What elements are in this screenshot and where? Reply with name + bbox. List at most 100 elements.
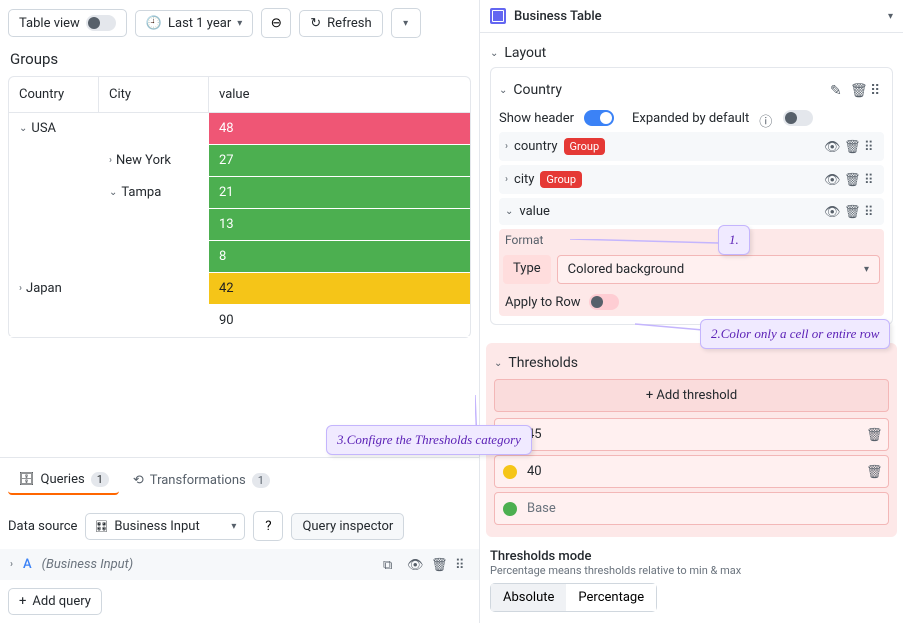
- add-threshold-button[interactable]: + Add threshold: [494, 379, 889, 412]
- mode-absolute-button[interactable]: Absolute: [491, 584, 566, 611]
- expand-icon[interactable]: ⌄: [19, 123, 27, 134]
- table-row: 90: [9, 305, 470, 337]
- tab-transformations-label: Transformations: [150, 473, 246, 488]
- threshold-item[interactable]: Base: [494, 492, 889, 525]
- show-header-toggle[interactable]: [584, 110, 614, 126]
- drag-handle-icon[interactable]: ⠿: [455, 558, 469, 572]
- table-view-switch[interactable]: [86, 15, 116, 31]
- thresholds-mode-sub: Percentage means thresholds relative to …: [490, 564, 893, 577]
- section-layout[interactable]: ⌄Layout: [490, 39, 893, 67]
- show-header-label: Show header: [499, 111, 574, 126]
- trash-icon[interactable]: 🗑: [431, 558, 445, 572]
- expanded-default-toggle[interactable]: [783, 110, 813, 126]
- expand-icon[interactable]: ›: [19, 283, 22, 294]
- tab-transformations[interactable]: ⟲Transformations1: [123, 466, 280, 495]
- query-row[interactable]: › A (Business Input) ⧉ 👁 🗑 ⠿: [0, 549, 479, 580]
- trash-icon[interactable]: 🗑: [844, 173, 858, 187]
- expand-icon[interactable]: ⌄: [109, 187, 117, 198]
- table-row: ⌄USA48: [9, 113, 470, 145]
- format-type-select[interactable]: Colored background▾: [557, 255, 880, 284]
- refresh-button[interactable]: ↻ Refresh: [299, 10, 382, 37]
- trash-icon[interactable]: 🗑: [844, 205, 858, 219]
- datasource-help-button[interactable]: ?: [253, 511, 283, 541]
- data-table: Country City value ⌄USA48›New York27⌄Tam…: [8, 76, 471, 338]
- threshold-color-dot[interactable]: [503, 502, 517, 516]
- chevron-right-icon: ›: [505, 174, 508, 185]
- mode-percentage-button[interactable]: Percentage: [566, 584, 656, 611]
- table-view-toggle[interactable]: Table view: [8, 9, 127, 37]
- table-row: ›New York27: [9, 145, 470, 177]
- query-inspector-label: Query inspector: [302, 519, 393, 534]
- plus-icon: +: [19, 594, 26, 609]
- cell-value: 48: [209, 113, 470, 144]
- table-row: ⌄Tampa21: [9, 177, 470, 209]
- query-name: (Business Input): [42, 557, 134, 572]
- tab-queries[interactable]: 🗄Queries1: [8, 466, 119, 495]
- table-view-label: Table view: [19, 16, 80, 31]
- chevron-down-icon[interactable]: ▾: [888, 11, 893, 22]
- cell-city: New York: [116, 153, 171, 168]
- field-value[interactable]: ⌄value👁🗑⠿: [499, 198, 884, 225]
- drag-handle-icon[interactable]: ⠿: [864, 140, 878, 154]
- threshold-item[interactable]: 40 🗑: [494, 455, 889, 488]
- col-header-value[interactable]: value: [209, 77, 470, 112]
- callout-1: 1.: [718, 225, 750, 255]
- table-row: 13: [9, 209, 470, 241]
- trash-icon[interactable]: 🗑: [866, 465, 880, 479]
- section-thresholds[interactable]: ⌄Thresholds: [494, 351, 889, 379]
- col-header-country[interactable]: Country: [9, 77, 99, 112]
- field-city[interactable]: ›cityGroup👁🗑⠿: [499, 165, 884, 194]
- expand-icon[interactable]: ›: [109, 155, 112, 166]
- group-country-header[interactable]: ⌄Country✎🗑⠿: [499, 76, 884, 104]
- table-row: › Japan 42: [9, 273, 470, 305]
- transform-icon: ⟲: [133, 473, 144, 488]
- drag-handle-icon[interactable]: ⠿: [870, 83, 884, 97]
- cell-value: 8: [209, 241, 470, 272]
- trash-icon[interactable]: 🗑: [844, 140, 858, 154]
- threshold-item[interactable]: 45🗑: [494, 418, 889, 451]
- field-country[interactable]: ›countryGroup👁🗑⠿: [499, 132, 884, 161]
- time-range-picker[interactable]: 🕘 Last 1 year ▾: [135, 10, 253, 37]
- zoom-out-icon: ⊖: [271, 16, 282, 31]
- threshold-value[interactable]: Base: [527, 501, 556, 516]
- thresholds-mode-segmented: Absolute Percentage: [490, 583, 657, 612]
- chevron-down-icon: ⌄: [505, 206, 513, 217]
- col-header-city[interactable]: City: [99, 77, 209, 112]
- query-inspector-button[interactable]: Query inspector: [291, 513, 404, 540]
- refresh-label: Refresh: [327, 16, 371, 31]
- copy-icon[interactable]: ⧉: [383, 558, 397, 572]
- eye-icon[interactable]: 👁: [407, 558, 421, 572]
- add-query-button[interactable]: +Add query: [8, 588, 102, 615]
- format-type-value: Colored background: [568, 262, 685, 277]
- panel-type-icon: [490, 8, 506, 24]
- time-range-label: Last 1 year: [168, 16, 231, 31]
- thresholds-mode-title: Thresholds mode: [490, 549, 893, 564]
- drag-handle-icon[interactable]: ⠿: [864, 173, 878, 187]
- eye-icon[interactable]: 👁: [824, 173, 838, 187]
- zoom-out-button[interactable]: ⊖: [261, 8, 291, 38]
- edit-icon[interactable]: ✎: [830, 83, 844, 97]
- query-ref-letter: A: [23, 557, 32, 572]
- trash-icon[interactable]: 🗑: [850, 83, 864, 97]
- eye-icon[interactable]: 👁: [824, 205, 838, 219]
- threshold-color-dot[interactable]: [503, 465, 517, 479]
- datasource-label: Data source: [8, 519, 77, 534]
- eye-icon[interactable]: 👁: [824, 140, 838, 154]
- datasource-select[interactable]: 🎛Business Input▾: [85, 513, 245, 540]
- callout-2: 2.Color only a cell or entire row: [700, 319, 890, 349]
- trash-icon[interactable]: 🗑: [866, 428, 880, 442]
- refresh-icon: ↻: [310, 16, 321, 31]
- refresh-interval-button[interactable]: ▾: [391, 8, 421, 38]
- info-icon[interactable]: ⓘ: [759, 111, 773, 125]
- drag-handle-icon[interactable]: ⠿: [864, 205, 878, 219]
- threshold-value[interactable]: 40: [527, 464, 542, 479]
- chevron-right-icon: ›: [10, 559, 13, 570]
- chevron-right-icon: ›: [505, 141, 508, 152]
- cell-country: Japan: [26, 281, 62, 296]
- cell-value: 90: [209, 305, 470, 336]
- chevron-down-icon: ▾: [237, 18, 242, 29]
- cell-value: 42: [209, 273, 470, 304]
- chevron-down-icon: ⌄: [490, 48, 498, 59]
- apply-row-toggle[interactable]: [589, 294, 619, 310]
- clock-icon: 🕘: [146, 16, 162, 31]
